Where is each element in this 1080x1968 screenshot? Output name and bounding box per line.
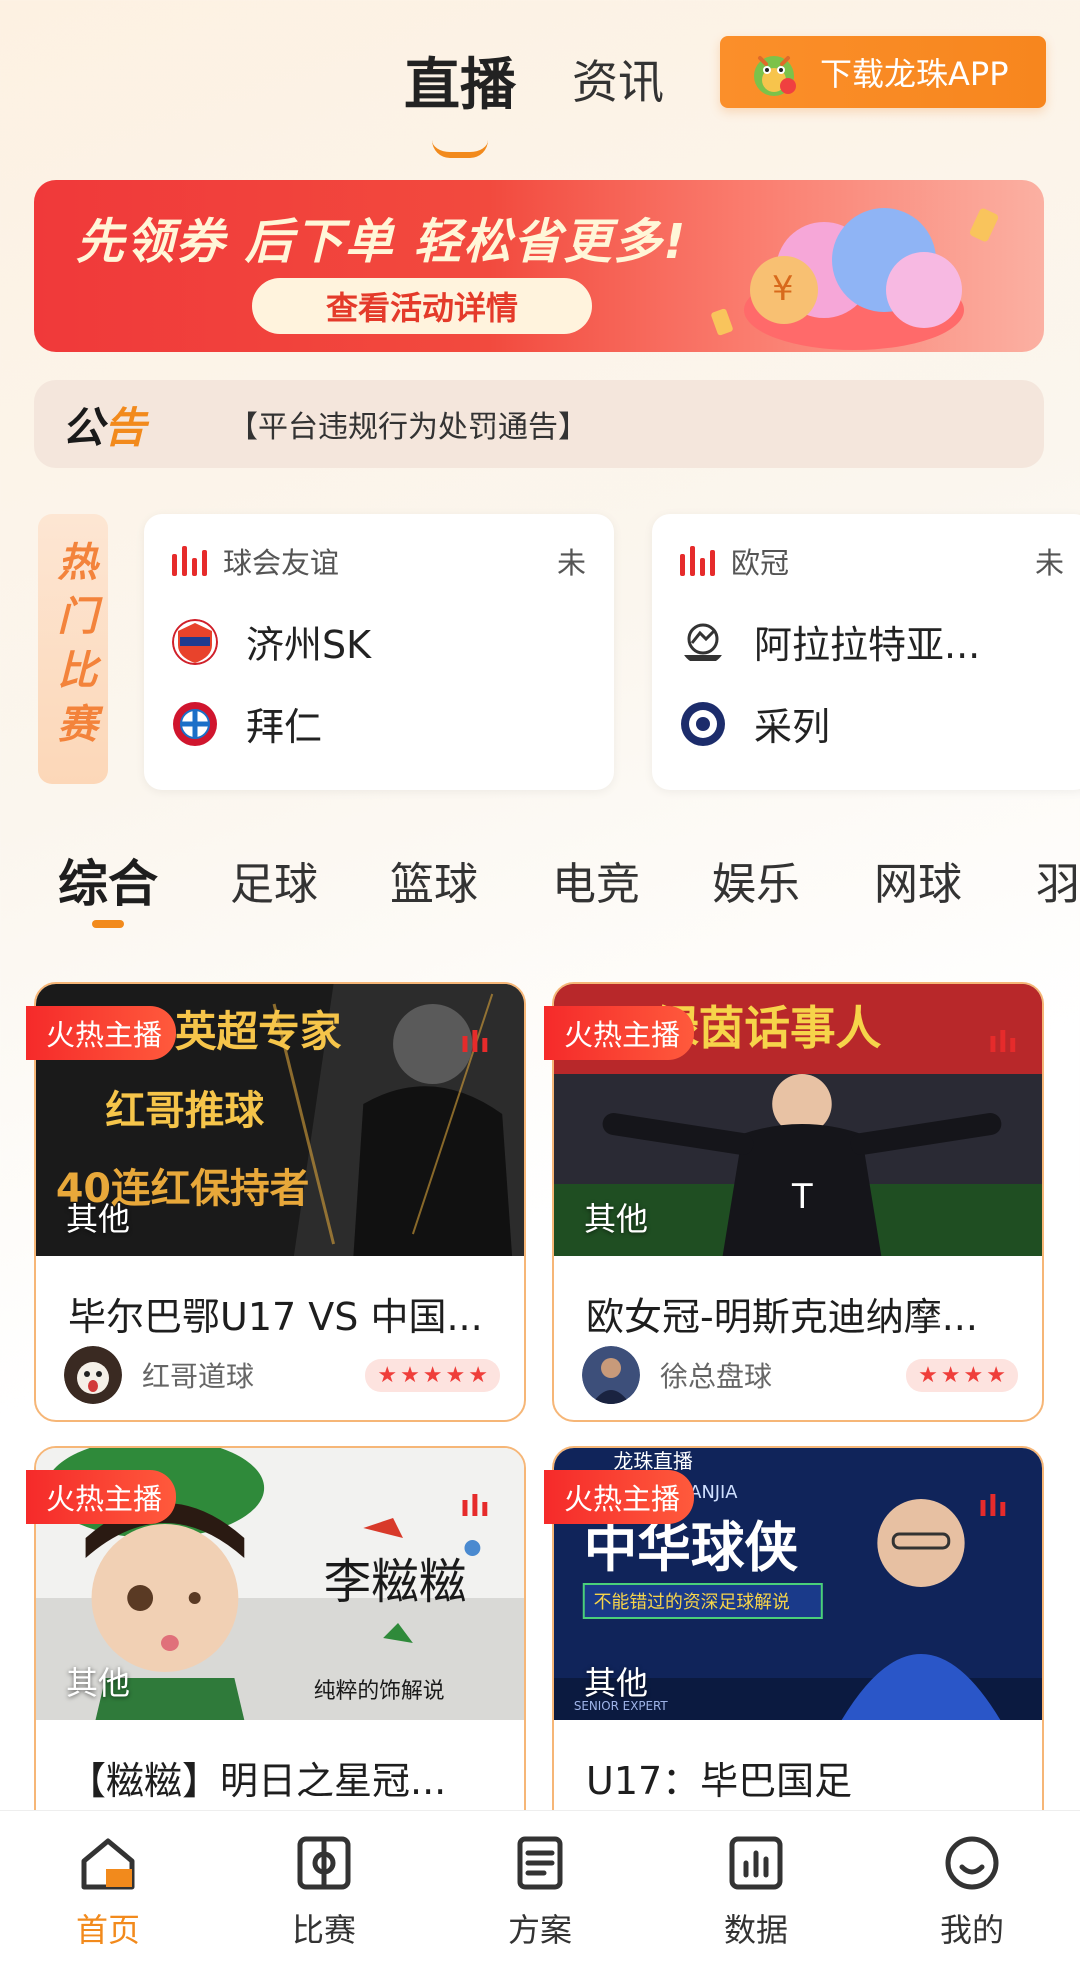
profile-icon [945,1836,999,1890]
nav-plan[interactable]: 方案 [432,1811,648,1968]
nav-match[interactable]: 比赛 [216,1811,432,1968]
star-icon: ★ [986,1362,1006,1388]
star-icon: ★ [963,1362,984,1388]
download-app-button[interactable]: 下载龙珠APP [720,36,1046,108]
match-league: 球会友谊 [223,546,340,580]
category-tab-football[interactable]: 足球 [230,848,318,912]
hot-host-badge: 火热主播 [26,1470,176,1524]
live-bars-icon [172,546,207,576]
celje-logo-icon [681,701,725,746]
match-league: 欧冠 [731,546,790,580]
tab-news[interactable]: 资讯 [572,46,664,112]
live-bars-icon [680,546,715,576]
star-icon: ★ [918,1362,938,1388]
stream-category-tag: 其他 [584,1200,649,1238]
thumb-text: 红哥推球 [105,1088,264,1134]
hot-matches-label: 热门比赛 [38,514,108,784]
top-tabs: 直播 资讯 下载龙珠APP [0,30,1080,158]
stream-title: 【糍糍】明日之星冠... [68,1759,447,1803]
bayern-logo-icon [173,701,217,746]
away-team-name: 拜仁 [246,705,323,749]
home-icon [81,1838,135,1890]
active-tab-indicator [432,140,488,158]
category-tabs: 综合 足球 篮球 电竞 娱乐 网球 羽 [0,844,1080,934]
category-tab-indicator [92,920,124,928]
host-rating: ★ ★ ★ ★ [906,1358,1018,1392]
thumb-text: 李糍糍 [324,1555,467,1610]
promo-headline: 先领券 后下单 轻松省更多! [76,214,688,270]
stream-title: 毕尔巴鄂U17 VS 中国... [68,1295,483,1339]
promo-banner[interactable]: 先领券 后下单 轻松省更多! 查看活动详情 ¥ [34,180,1044,352]
hot-host-badge: 火热主播 [544,1006,694,1060]
thumb-text: 英超专家 [175,1007,342,1056]
nav-data-label: 数据 [723,1911,788,1949]
svg-text:¥: ¥ [772,269,794,309]
category-tab-esports[interactable]: 电竞 [552,848,640,912]
nav-plan-label: 方案 [507,1911,572,1949]
stream-title: 欧女冠-明斯克迪纳摩... [586,1295,978,1339]
bottom-nav: 首页 比赛 方案 数据 我的 [0,1810,1080,1968]
tab-live[interactable]: 直播 [404,40,516,121]
hot-host-badge: 火热主播 [544,1470,694,1524]
gift-bag-illustration: ¥ [711,208,999,350]
category-tab-all[interactable]: 综合 [58,844,158,916]
nav-profile[interactable]: 我的 [864,1811,1080,1968]
stream-category-tag: 其他 [66,1664,131,1702]
category-tab-tennis[interactable]: 网球 [874,848,962,912]
match-status: 未 [1034,546,1064,580]
nav-data[interactable]: 数据 [648,1811,864,1968]
thumb-text: 不能错过的资深足球解说 [594,1592,790,1613]
hot-host-badge: 火热主播 [26,1006,176,1060]
star-icon: ★ [422,1362,443,1388]
promo-detail-button[interactable]: 查看活动详情 [252,278,592,334]
notice-bar[interactable]: 公告 【平台违规行为处罚通告】 [34,380,1044,468]
svg-text:T: T [791,1177,813,1216]
host-avatar [582,1346,640,1404]
thumb-text: 纯粹的饰解说 [314,1679,445,1704]
home-team-name: 济州SK [246,623,372,667]
plan-icon [517,1836,563,1890]
category-tab-badminton[interactable]: 羽 [1036,848,1080,912]
hot-matches-label-text: 热门比赛 [50,541,97,757]
match-status: 未 [556,546,586,580]
stream-category-tag: 其他 [66,1200,131,1238]
star-icon: ★ [940,1362,961,1388]
away-team-name: 采列 [754,705,831,749]
download-app-label: 下载龙珠APP [820,55,1009,93]
nav-home-label: 首页 [75,1911,140,1949]
category-tab-entertainment[interactable]: 娱乐 [712,848,800,912]
match-card[interactable]: 欧冠 未 阿拉拉特亚... 采列 [652,514,1080,790]
dragon-mascot-icon [754,56,796,96]
nav-profile-label: 我的 [939,1911,1004,1949]
host-avatar [64,1346,122,1404]
category-tab-basketball[interactable]: 篮球 [390,848,478,912]
stream-title: U17：毕巴国足 [586,1759,853,1803]
notice-text: 【平台违规行为处罚通告】 [228,410,588,445]
nav-match-label: 比赛 [291,1911,356,1949]
star-icon: ★ [445,1362,466,1388]
notice-logo: 公告 [62,402,147,452]
host-name: 红哥道球 [142,1360,255,1393]
nav-home[interactable]: 首页 [0,1811,216,1968]
star-icon: ★ [400,1362,420,1388]
stream-category-tag: 其他 [584,1664,649,1702]
ararat-logo-icon [684,623,722,661]
star-icon: ★ [468,1362,488,1388]
home-team-name: 阿拉拉特亚... [754,623,981,667]
host-rating: ★ ★ ★ ★ ★ [365,1358,500,1392]
match-card[interactable]: 球会友谊 未 济州SK 拜仁 [144,514,614,790]
host-name: 徐总盘球 [660,1360,773,1393]
match-icon [297,1836,351,1890]
thumb-text: 中华球侠 [584,1516,798,1579]
jeju-sk-logo-icon [172,618,218,665]
star-icon: ★ [377,1362,398,1388]
data-icon [729,1836,783,1890]
